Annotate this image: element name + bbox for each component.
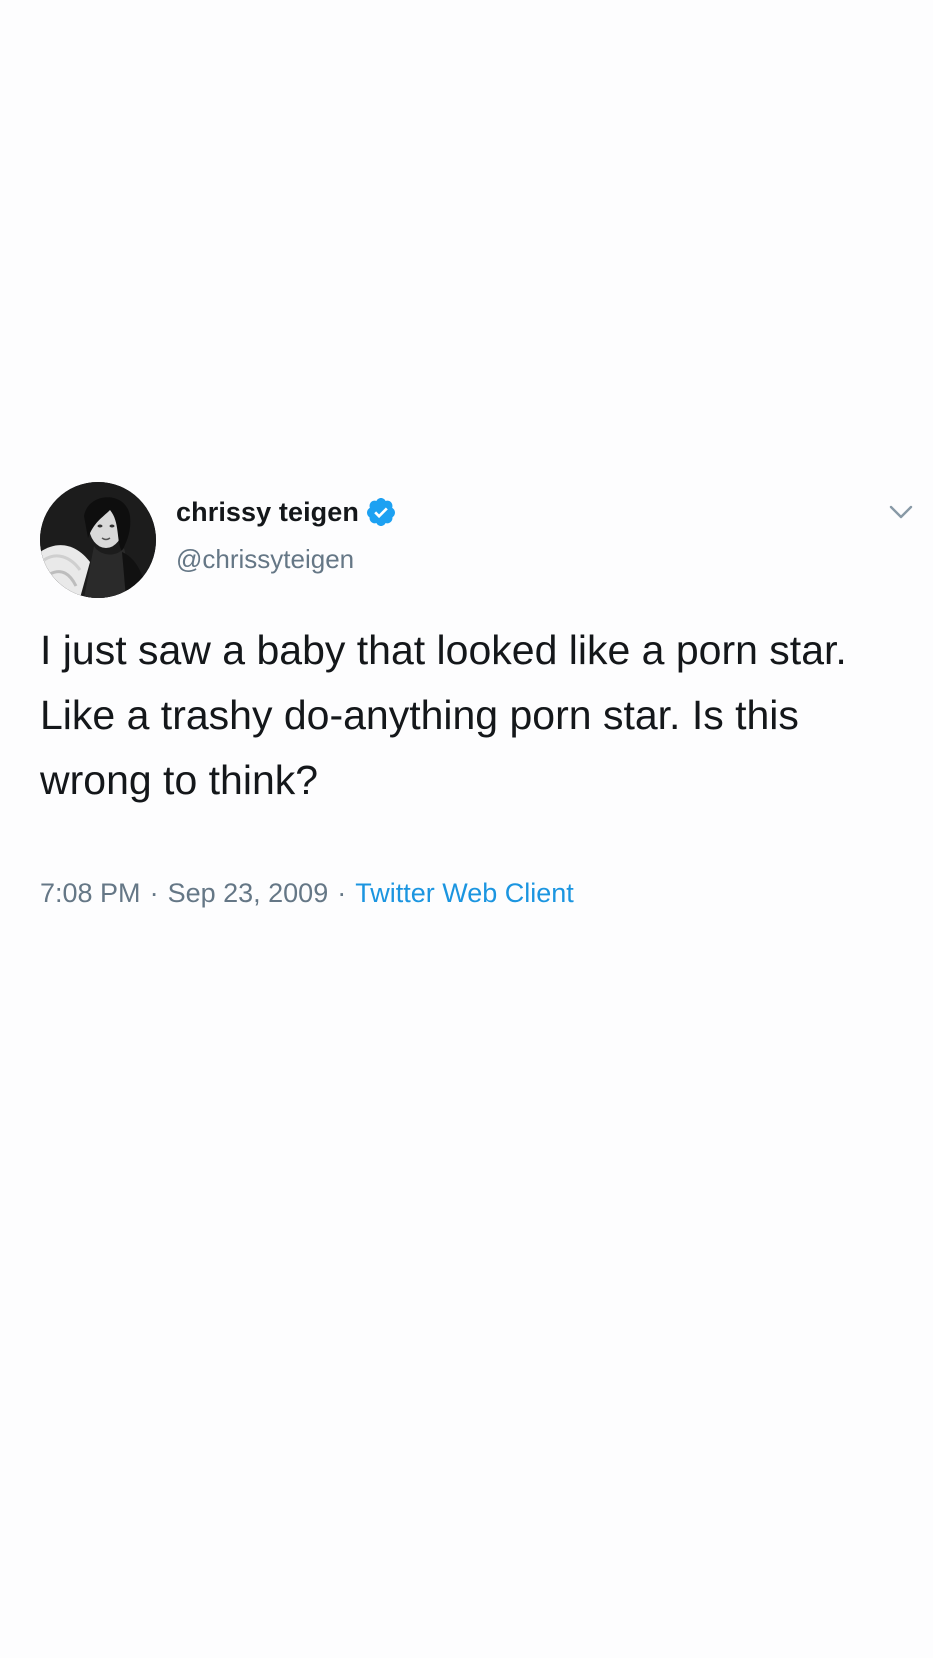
meta-separator: ·: [337, 878, 347, 908]
avatar[interactable]: [40, 482, 156, 598]
chevron-down-icon[interactable]: [887, 502, 915, 522]
author-row: chrissy teigen: [176, 494, 397, 530]
tweet-card: chrissy teigen @chrissyteigen I just saw…: [0, 470, 933, 940]
tweet-time[interactable]: 7:08 PM: [40, 878, 141, 908]
author-handle[interactable]: @chrissyteigen: [176, 544, 354, 575]
tweet-metadata: 7:08 PM · Sep 23, 2009 · Twitter Web Client: [40, 878, 574, 909]
tweet-date[interactable]: Sep 23, 2009: [168, 878, 329, 908]
author-display-name[interactable]: chrissy teigen: [176, 497, 359, 528]
avatar-photo: [40, 482, 156, 598]
verified-badge-icon: [365, 496, 397, 528]
screen: chrissy teigen @chrissyteigen I just saw…: [0, 0, 933, 1658]
tweet-source-link[interactable]: Twitter Web Client: [355, 878, 574, 908]
tweet-text: I just saw a baby that looked like a por…: [40, 627, 847, 803]
meta-separator: ·: [149, 878, 159, 908]
